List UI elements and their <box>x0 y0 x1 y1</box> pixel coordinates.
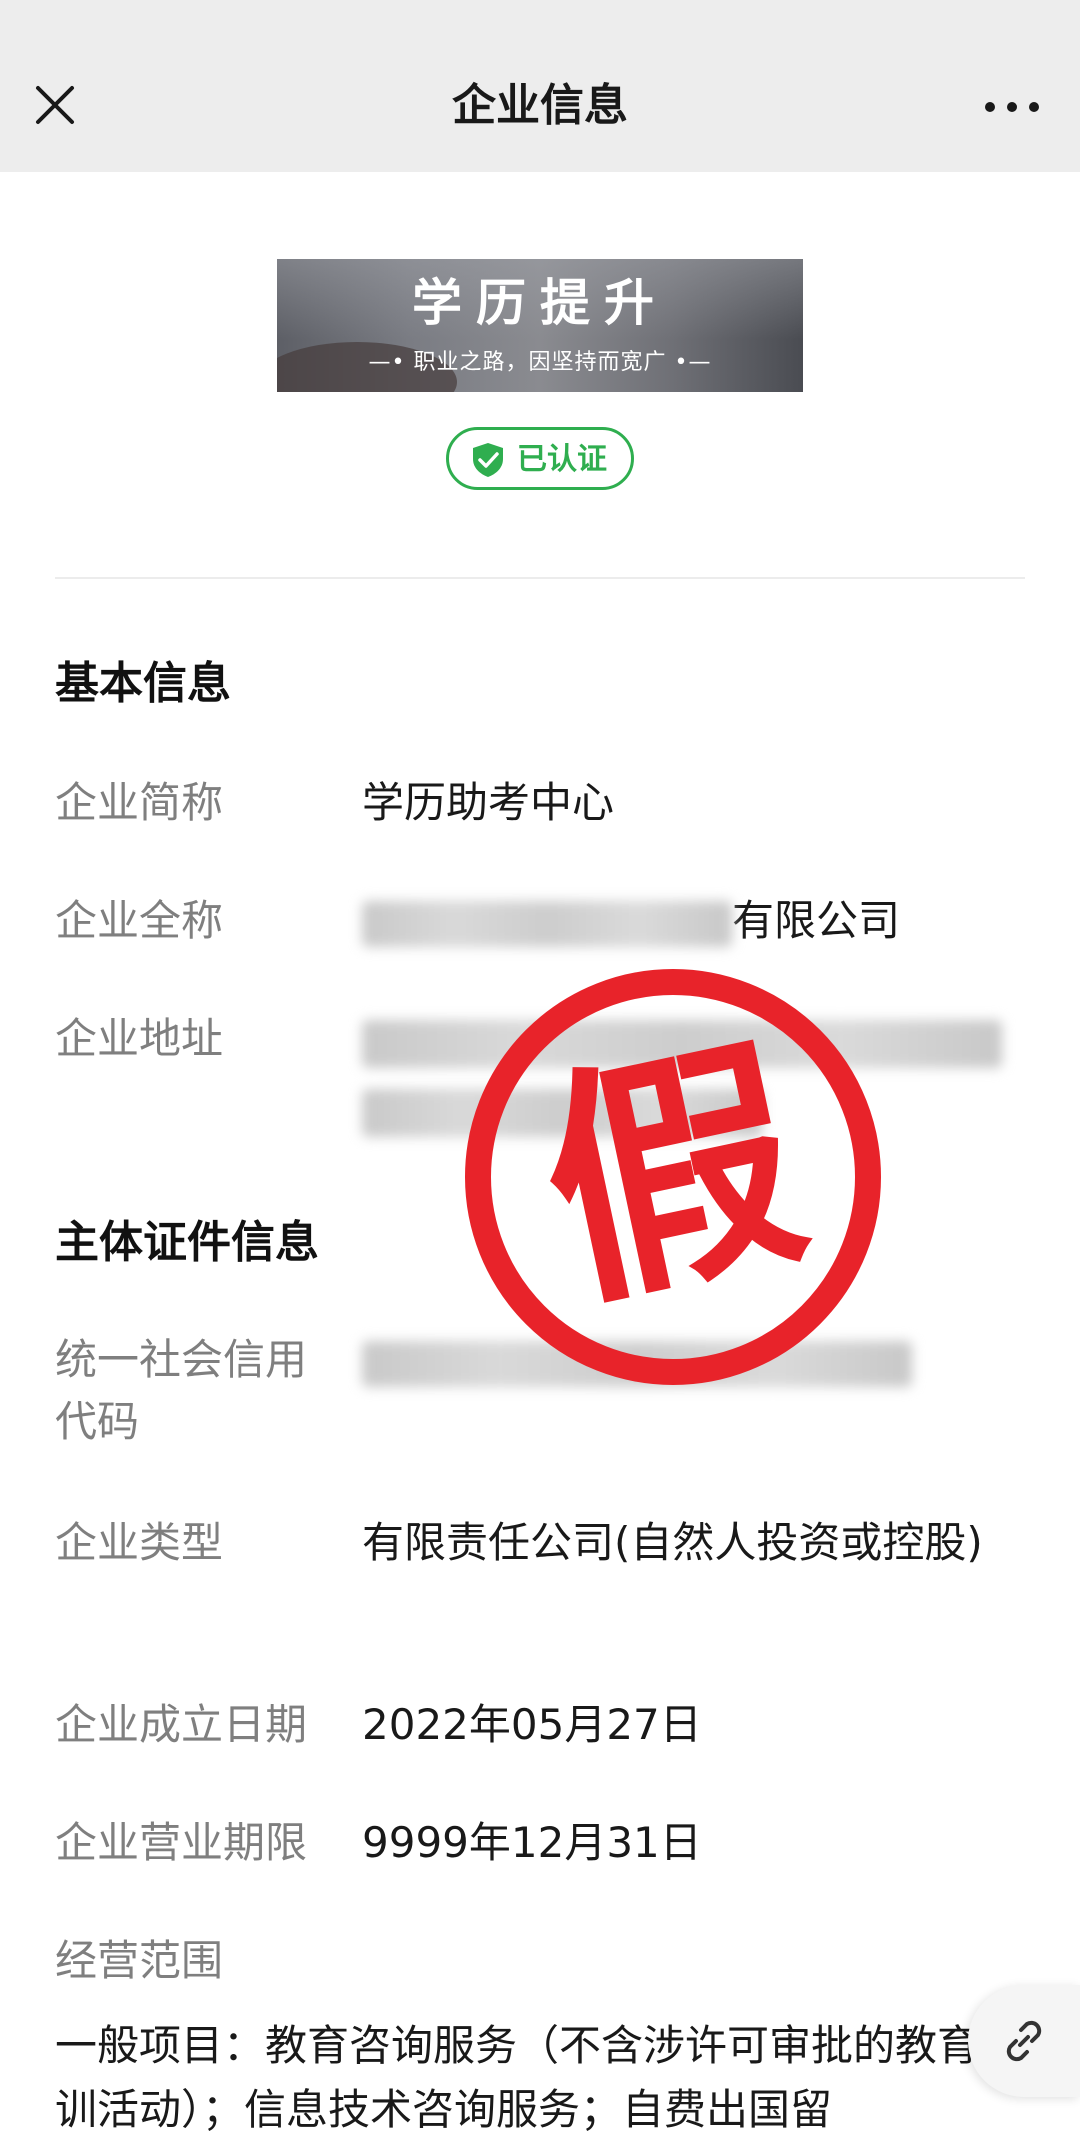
link-icon <box>1006 2020 1042 2062</box>
banner-title: 学历提升 <box>412 274 668 332</box>
top-bar: 企业信息 <box>0 0 1080 172</box>
business-scope-value: 一般项目：教育咨询服务（不含涉许可审批的教育培训活动）；信息技术咨询服务；自费出… <box>55 2021 1022 2134</box>
verified-badge: 已认证 <box>446 427 634 490</box>
business-term-label: 企业营业期限 <box>55 1818 308 1867</box>
address-label: 企业地址 <box>55 1014 224 1063</box>
page-title: 企业信息 <box>452 80 628 131</box>
full-name-suffix: 有限公司 <box>732 896 901 945</box>
business-term-value: 9999年12月31日 <box>362 1818 702 1867</box>
founded-date-value: 2022年05月27日 <box>362 1700 702 1749</box>
business-scope-label: 经营范围 <box>55 1936 224 1985</box>
basic-info-title: 基本信息 <box>55 658 231 709</box>
short-name-value: 学历助考中心 <box>362 778 615 827</box>
banner-subtitle: —• 职业之路，因坚持而宽广 •— <box>368 350 712 375</box>
fake-stamp: 假 <box>465 969 881 1385</box>
redacted-name-block <box>362 900 732 947</box>
full-name-label: 企业全称 <box>55 896 224 945</box>
divider <box>55 577 1025 579</box>
full-name-value: 有限公司 <box>362 890 992 952</box>
company-type-label: 企业类型 <box>55 1518 224 1567</box>
shield-check-icon <box>473 443 503 477</box>
founded-date-label: 企业成立日期 <box>55 1700 308 1749</box>
credit-code-label: 统一社会信用代码 <box>55 1335 308 1446</box>
share-link-button[interactable] <box>968 1985 1080 2097</box>
fake-stamp-text: 假 <box>520 1007 825 1344</box>
company-type-value: 有限责任公司(自然人投资或控股) <box>362 1518 983 1567</box>
company-banner: 学历提升 —• 职业之路，因坚持而宽广 •— <box>277 259 803 392</box>
more-dots-icon[interactable] <box>984 92 1040 122</box>
license-info-title: 主体证件信息 <box>55 1217 319 1268</box>
verified-label: 已认证 <box>517 442 607 477</box>
short-name-label: 企业简称 <box>55 778 224 827</box>
